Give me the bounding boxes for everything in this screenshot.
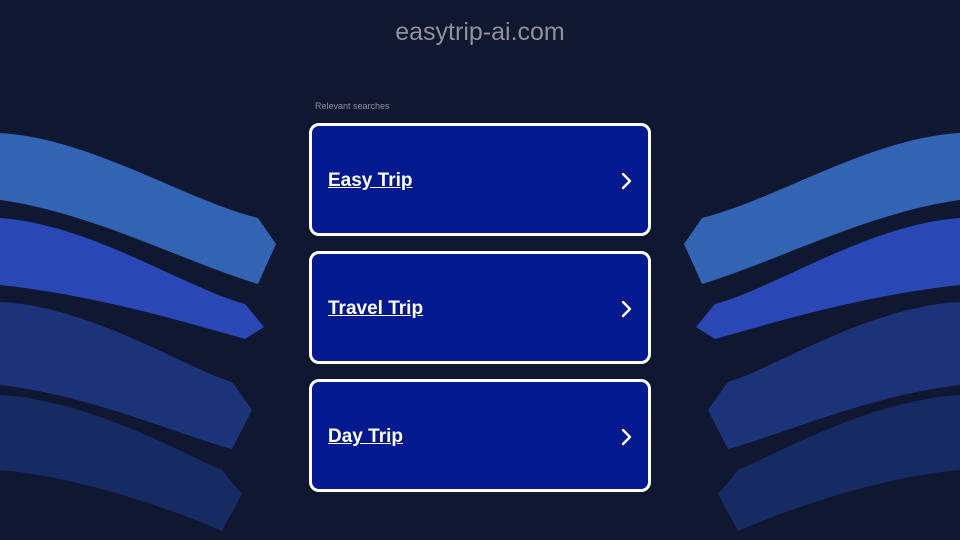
chevron-right-icon (621, 428, 632, 446)
search-card-label[interactable]: Travel Trip (328, 298, 423, 320)
search-card-label[interactable]: Easy Trip (328, 170, 413, 192)
search-card-travel-trip[interactable]: Travel Trip (309, 251, 651, 364)
search-cards: Easy Trip Travel Trip Day Trip (309, 123, 651, 507)
chevron-right-icon (621, 300, 632, 318)
search-card-easy-trip[interactable]: Easy Trip (309, 123, 651, 236)
search-card-label[interactable]: Day Trip (328, 426, 403, 448)
domain-title: easytrip-ai.com (395, 18, 565, 46)
search-card-day-trip[interactable]: Day Trip (309, 379, 651, 492)
relevant-searches-label: Relevant searches (315, 101, 390, 111)
chevron-right-icon (621, 172, 632, 190)
page: easytrip-ai.com Relevant searches Easy T… (0, 0, 960, 540)
